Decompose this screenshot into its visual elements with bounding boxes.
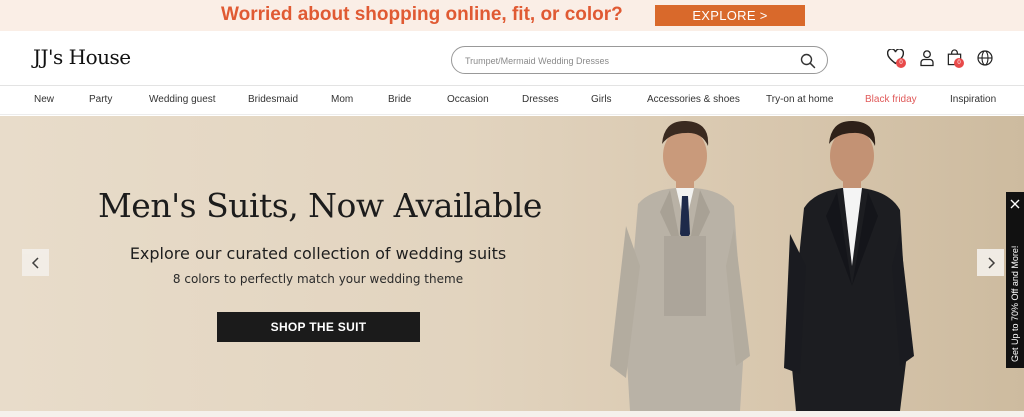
section-divider [0, 411, 1024, 417]
wishlist-count-badge: 0 [896, 58, 906, 68]
side-promo-text: Get Up to 70% Off and More! [1010, 245, 1020, 362]
nav-item-accessories[interactable]: Accessories & shoes [647, 94, 740, 105]
hero-title: Men's Suits, Now Available [98, 186, 542, 225]
promo-bar: Worried about shopping online, fit, or c… [0, 0, 1024, 31]
cart-button[interactable]: 0 [946, 49, 966, 69]
promo-text: Worried about shopping online, fit, or c… [221, 4, 623, 25]
search-input[interactable] [465, 52, 785, 69]
shop-the-suit-button[interactable]: SHOP THE SUIT [217, 312, 420, 342]
suit-models-image [610, 120, 914, 411]
explore-button[interactable]: EXPLORE > [655, 5, 805, 26]
carousel-next-button[interactable] [977, 249, 1004, 276]
hero-banner[interactable]: Men's Suits, Now Available Explore our c… [0, 116, 1024, 411]
chevron-left-icon [31, 256, 39, 269]
nav-item-mom[interactable]: Mom [331, 94, 353, 105]
chevron-right-icon [987, 256, 995, 269]
nav-item-bride[interactable]: Bride [388, 94, 411, 105]
user-icon[interactable] [918, 49, 936, 67]
cart-count-badge: 0 [954, 58, 964, 68]
main-nav: New Party Wedding guest Bridesmaid Mom B… [0, 86, 1024, 115]
search-box[interactable] [451, 46, 828, 74]
nav-item-try-on[interactable]: Try-on at home [766, 94, 833, 105]
globe-icon[interactable] [976, 49, 994, 67]
nav-item-party[interactable]: Party [89, 94, 112, 105]
nav-item-bridesmaid[interactable]: Bridesmaid [248, 94, 298, 105]
search-icon[interactable] [800, 53, 816, 69]
nav-item-dresses[interactable]: Dresses [522, 94, 559, 105]
nav-item-occasion[interactable]: Occasion [447, 94, 489, 105]
nav-item-black-friday[interactable]: Black friday [865, 94, 917, 105]
site-header: JJ's House 0 0 [0, 31, 1024, 86]
side-promo-tab[interactable]: Get Up to 70% Off and More! [1006, 192, 1024, 368]
nav-item-wedding-guest[interactable]: Wedding guest [149, 94, 216, 105]
hero-tagline: 8 colors to perfectly match your wedding… [172, 272, 464, 286]
wishlist-button[interactable]: 0 [887, 49, 907, 69]
hero-subtitle: Explore our curated collection of weddin… [129, 244, 507, 263]
nav-item-girls[interactable]: Girls [591, 94, 612, 105]
carousel-prev-button[interactable] [22, 249, 49, 276]
nav-item-new[interactable]: New [34, 94, 54, 105]
nav-item-inspiration[interactable]: Inspiration [950, 94, 996, 105]
logo[interactable]: JJ's House [33, 45, 131, 69]
